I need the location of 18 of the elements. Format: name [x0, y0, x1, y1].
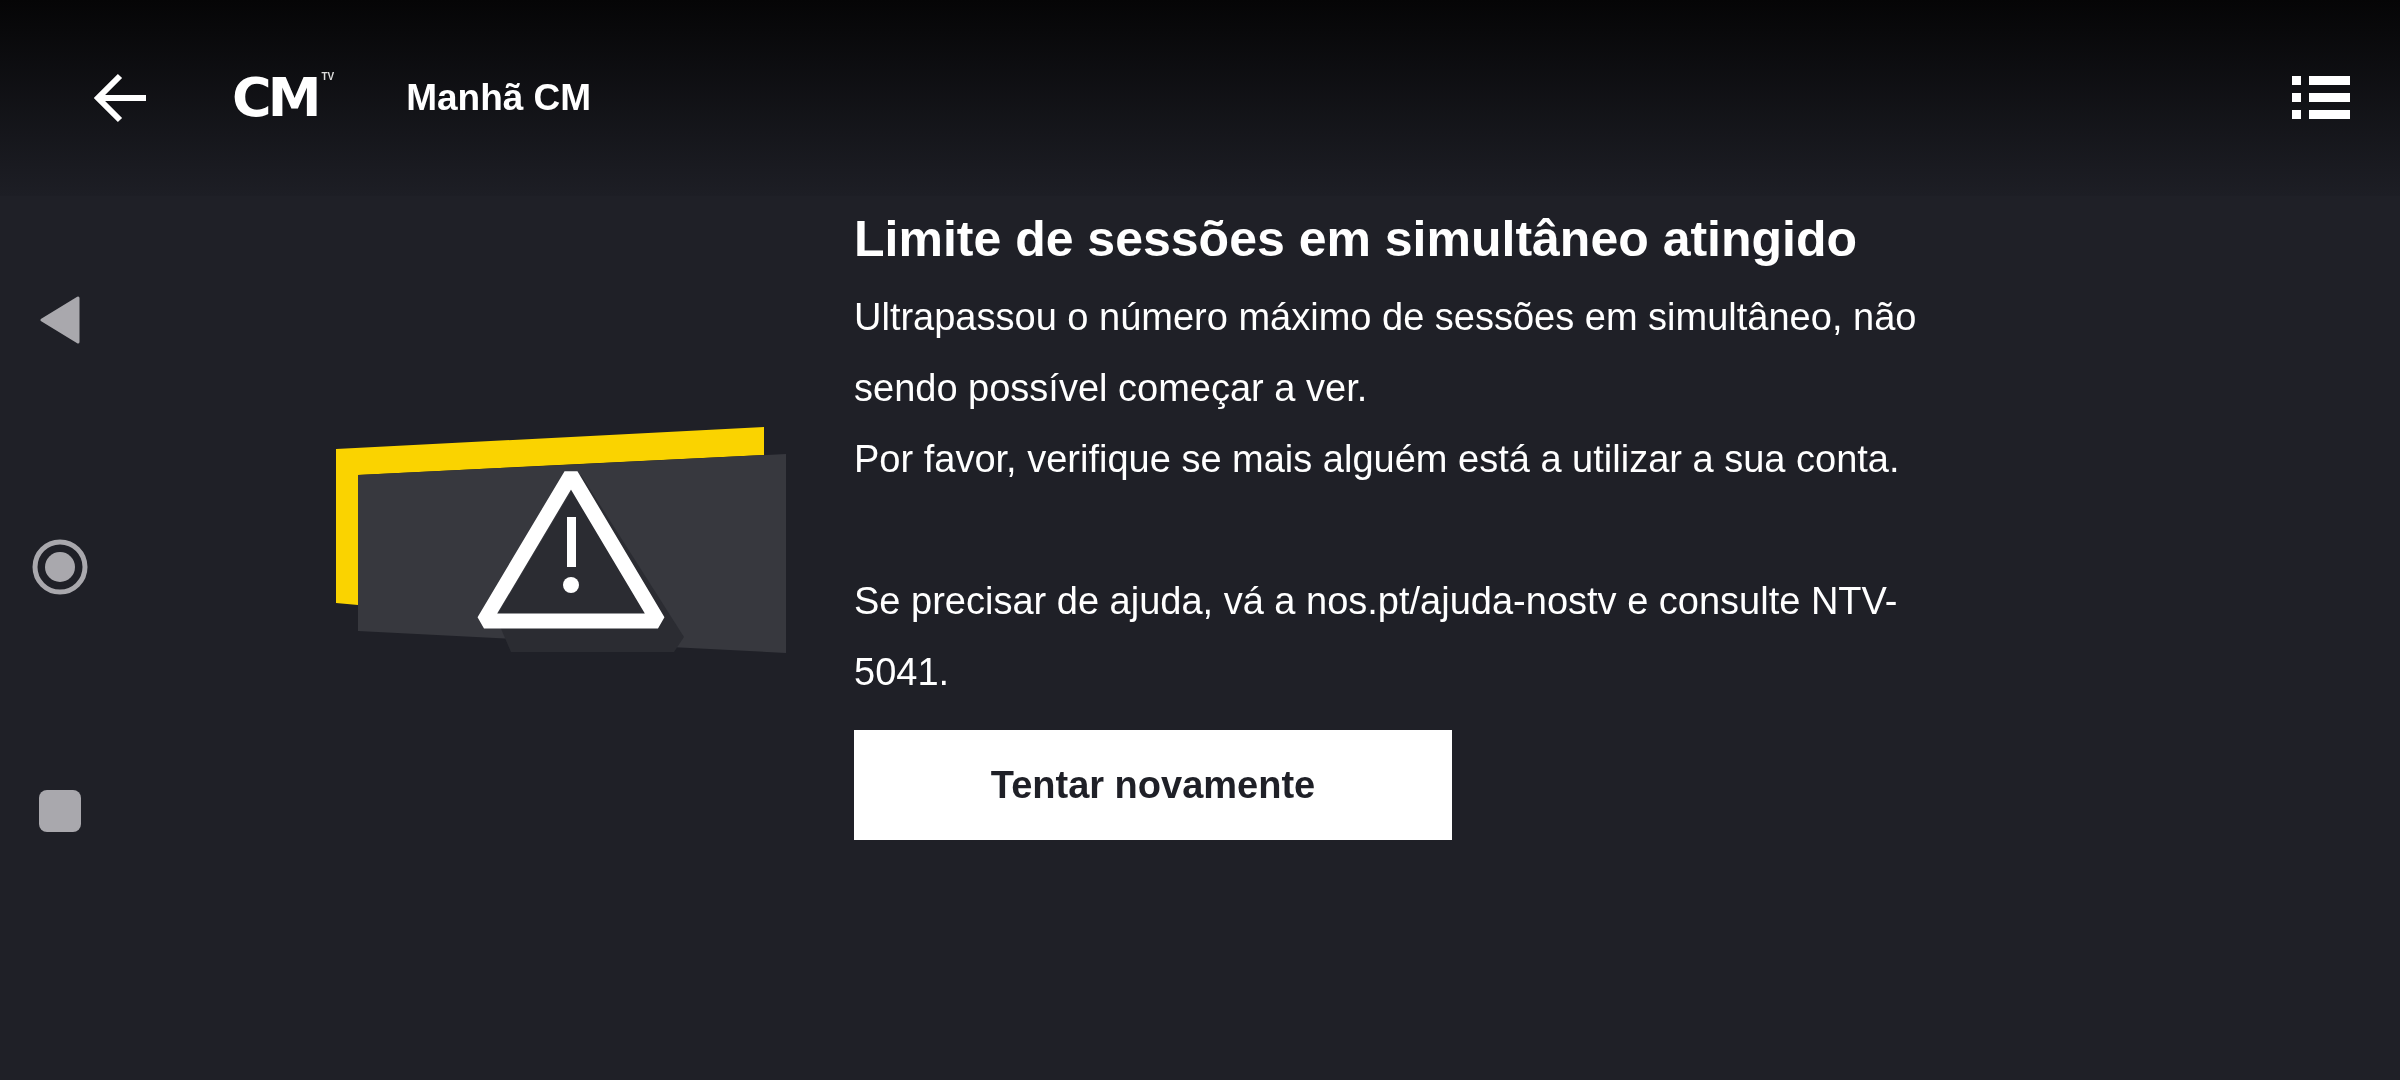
error-message: Ultrapassou o número máximo de sessões em simultâneo, não sendo possível começar a ver. — [854, 295, 1918, 411]
error-message: Por favor, verifique se mais alguém está a utilizar a sua conta. — [854, 437, 1901, 482]
logo-text: CM — [232, 71, 318, 125]
nav-home-button[interactable] — [32, 539, 88, 595]
triangle-icon — [40, 296, 80, 344]
circle-icon — [32, 539, 88, 595]
channel-title: Manhã CM — [406, 77, 592, 119]
back-button[interactable] — [94, 73, 148, 123]
retry-button[interactable]: Tentar novamente — [854, 730, 1452, 840]
error-message: Se precisar de ajuda, vá a nos.pt/ajuda-nostv e consulte NTV-5041. — [854, 579, 1899, 695]
nav-recents-button[interactable] — [39, 790, 81, 832]
menu-button[interactable] — [2292, 76, 2350, 120]
list-icon — [2292, 76, 2350, 120]
square-icon — [39, 790, 81, 832]
logo-tv-label: TV — [321, 71, 335, 82]
back-arrow-icon — [94, 73, 148, 123]
error-title: Limite de sessões em simultâneo atingido — [854, 210, 1859, 268]
nav-back-button[interactable] — [40, 296, 80, 344]
